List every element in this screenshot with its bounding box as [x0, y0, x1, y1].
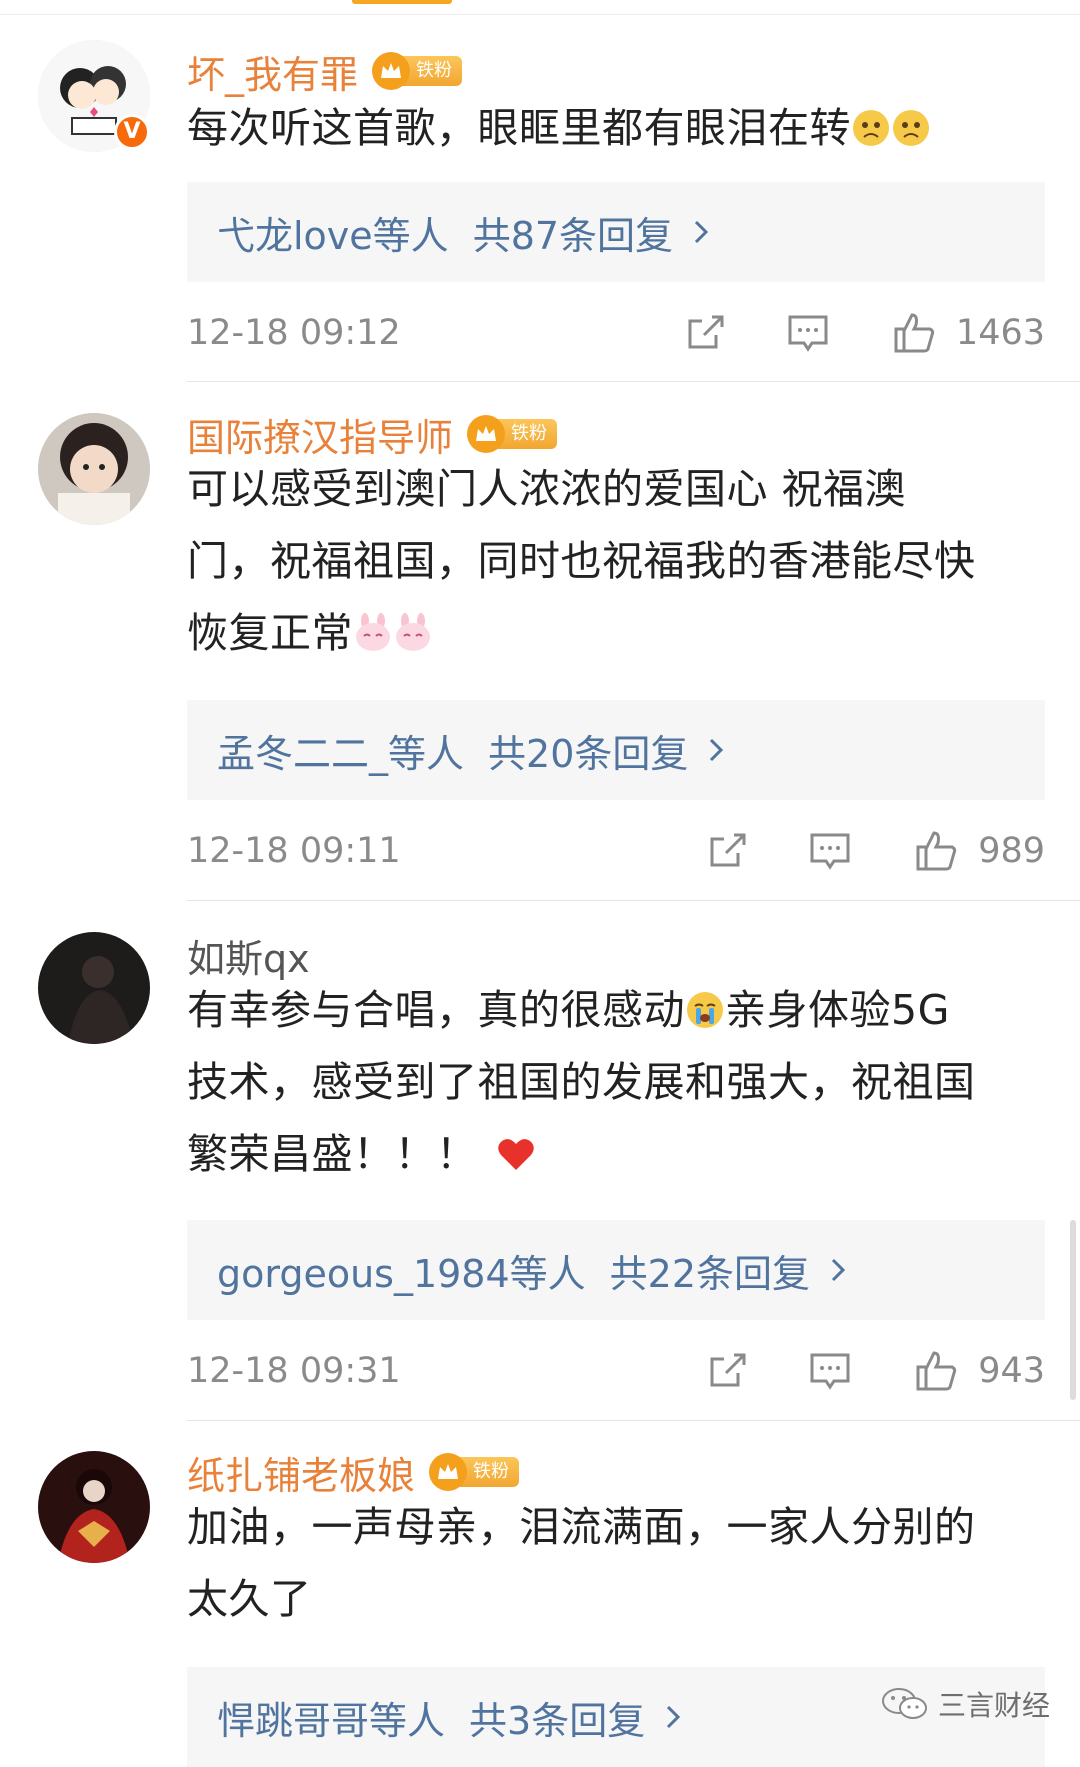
timestamp: 12-18 09:11: [187, 831, 401, 871]
tab-indicator: [352, 0, 452, 4]
reply-summary-link[interactable]: gorgeous_1984等人 共22条回复: [187, 1220, 1045, 1320]
divider: [187, 900, 1080, 901]
comment-text: 有幸参与合唱，真的很感动 亲身体验5G 技术，感受到了祖国的发展和强大，祝祖国 繁…: [187, 986, 976, 1178]
crown-icon: [372, 52, 411, 90]
bunny-emoji: [396, 613, 430, 651]
like-icon[interactable]: [914, 1349, 958, 1393]
comment-icon[interactable]: [808, 829, 852, 873]
like-count: 1463: [955, 313, 1045, 353]
crown-icon: [429, 1453, 468, 1491]
crying-face-emoji: [687, 992, 723, 1028]
share-icon[interactable]: [684, 311, 728, 355]
avatar[interactable]: [38, 413, 150, 525]
watermark: 三言财经: [880, 1684, 1050, 1724]
timestamp: 12-18 09:31: [187, 1351, 401, 1391]
divider: [187, 1420, 1080, 1421]
top-divider: [0, 0, 1080, 15]
reply-summary-link[interactable]: 孟冬二二_等人 共20条回复: [187, 700, 1045, 800]
fan-badge: 铁粉: [429, 1453, 520, 1491]
crown-icon: [467, 415, 506, 453]
wechat-icon: [882, 1688, 927, 1719]
comment-text: 可以感受到澳门人浓浓的爱国心 祝福澳 门，祝福祖国，同时也祝福我的香港能尽快 恢…: [187, 465, 976, 657]
scrollbar[interactable]: [1070, 1220, 1076, 1400]
chevron-right-icon: [831, 1258, 846, 1282]
username[interactable]: 坏_我有罪: [187, 44, 358, 99]
sad-face-emoji: [893, 110, 929, 146]
like-icon[interactable]: [914, 829, 958, 873]
comment-text: 加油，一声母亲，泪流满面，一家人分别的 太久了: [187, 1503, 976, 1623]
chevron-right-icon: [667, 1705, 681, 1729]
verified-badge: V: [114, 114, 150, 150]
comment-icon[interactable]: [786, 311, 830, 355]
fan-badge: 铁粉: [467, 415, 558, 453]
like-count: 989: [978, 831, 1045, 871]
like-icon[interactable]: [892, 311, 936, 355]
timestamp: 12-18 09:12: [187, 313, 401, 353]
fan-badge: 铁粉: [372, 52, 463, 90]
avatar[interactable]: [38, 1451, 150, 1563]
share-icon[interactable]: [706, 1349, 750, 1393]
comment-icon[interactable]: [808, 1349, 852, 1393]
chevron-right-icon: [694, 220, 709, 244]
avatar[interactable]: [38, 932, 150, 1044]
reply-summary-link[interactable]: 弋龙love等人 共87条回复: [187, 182, 1045, 282]
sad-face-emoji: [853, 110, 889, 146]
bunny-emoji: [356, 613, 390, 651]
like-count: 943: [978, 1351, 1045, 1391]
share-icon[interactable]: [706, 829, 750, 873]
comment-text: 每次听这首歌，眼眶里都有眼泪在转: [187, 92, 1047, 164]
red-heart-emoji: [497, 1139, 534, 1170]
divider: [187, 381, 1080, 382]
chevron-right-icon: [710, 738, 724, 762]
